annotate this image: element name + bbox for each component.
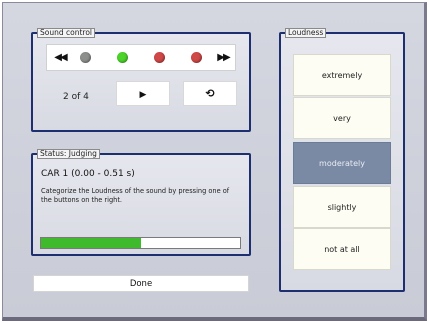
progress-fill bbox=[41, 238, 141, 248]
experiment-window: Sound control ◀◀ ▶▶ 2 of 4 ▶ ⟲ Status: J… bbox=[2, 2, 427, 321]
play-button[interactable]: ▶ bbox=[116, 81, 170, 106]
sound-indicator-led-4 bbox=[191, 52, 202, 63]
sound-control-panel: Sound control ◀◀ ▶▶ 2 of 4 ▶ ⟲ bbox=[31, 28, 251, 132]
sound-navigation-bar: ◀◀ ▶▶ bbox=[46, 44, 236, 71]
sound-counter: 2 of 4 bbox=[63, 92, 89, 102]
skip-back-icon[interactable]: ◀◀ bbox=[50, 48, 70, 68]
play-icon: ▶ bbox=[139, 90, 147, 100]
instruction-text: Categorize the Loudness of the sound by … bbox=[41, 187, 230, 204]
repeat-icon: ⟲ bbox=[205, 87, 215, 100]
sound-indicator-led-2 bbox=[117, 52, 128, 63]
loudness-option-not-at-all[interactable]: not at all bbox=[293, 228, 391, 270]
loudness-title: Loudness bbox=[285, 28, 327, 38]
status-title: Status: Judging bbox=[37, 149, 100, 159]
sound-control-title: Sound control bbox=[37, 28, 95, 38]
loudness-option-moderately[interactable]: moderately bbox=[293, 142, 391, 184]
progress-bar bbox=[40, 237, 241, 249]
sound-label: CAR 1 (0.00 - 0.51 s) bbox=[41, 169, 135, 179]
loudness-option-very[interactable]: very bbox=[293, 97, 391, 139]
loudness-panel: Loudness extremely very moderately sligh… bbox=[279, 28, 405, 292]
repeat-button[interactable]: ⟲ bbox=[183, 81, 237, 106]
sound-indicator-led-3 bbox=[154, 52, 165, 63]
sound-indicator-led-1 bbox=[80, 52, 91, 63]
status-panel: Status: Judging CAR 1 (0.00 - 0.51 s) Ca… bbox=[31, 149, 251, 256]
skip-forward-icon[interactable]: ▶▶ bbox=[213, 48, 233, 68]
loudness-option-slightly[interactable]: slightly bbox=[293, 186, 391, 228]
loudness-option-extremely[interactable]: extremely bbox=[293, 54, 391, 96]
done-button[interactable]: Done bbox=[33, 275, 249, 292]
